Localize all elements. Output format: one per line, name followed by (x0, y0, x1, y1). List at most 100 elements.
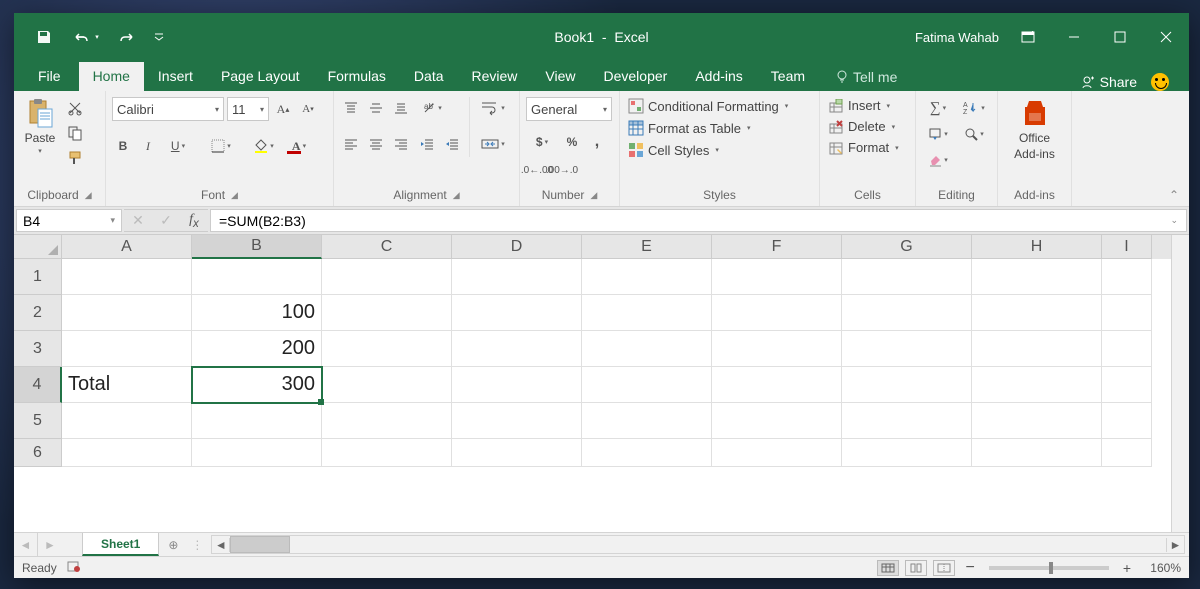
format-as-table-button[interactable]: Format as Table (626, 119, 752, 137)
align-middle-icon[interactable] (365, 97, 387, 119)
share-button[interactable]: Share (1080, 74, 1137, 90)
ribbon-display-icon[interactable] (1005, 22, 1051, 52)
cell-b6[interactable] (192, 439, 322, 467)
increase-font-icon[interactable]: A▴ (272, 98, 294, 120)
cell-d2[interactable] (452, 295, 582, 331)
cell-e6[interactable] (582, 439, 712, 467)
view-page-layout-icon[interactable] (905, 560, 927, 576)
format-cells-button[interactable]: Format (826, 139, 901, 156)
tab-view[interactable]: View (531, 62, 589, 91)
zoom-in-icon[interactable]: + (1119, 560, 1135, 576)
fx-icon[interactable]: fx (180, 212, 208, 230)
cell-b1[interactable] (192, 259, 322, 295)
cell-i3[interactable] (1102, 331, 1152, 367)
cell-i6[interactable] (1102, 439, 1152, 467)
font-name-selector[interactable]: Calibri▾ (112, 97, 224, 121)
percent-format-icon[interactable]: % (561, 131, 583, 153)
increase-decimal-icon[interactable]: .0←.00 (526, 159, 548, 181)
align-left-icon[interactable] (340, 133, 362, 155)
tab-file[interactable]: File (20, 62, 79, 91)
cut-icon[interactable] (64, 97, 86, 119)
font-size-selector[interactable]: 11▾ (227, 97, 269, 121)
cell-e1[interactable] (582, 259, 712, 295)
align-bottom-icon[interactable] (390, 97, 412, 119)
italic-button[interactable]: I (137, 135, 159, 157)
autosum-icon[interactable]: ∑ (922, 97, 954, 119)
tab-team[interactable]: Team (757, 62, 819, 91)
col-header-a[interactable]: A (62, 235, 192, 259)
zoom-slider[interactable] (989, 566, 1109, 570)
save-icon[interactable] (26, 23, 62, 51)
cell-f3[interactable] (712, 331, 842, 367)
cell-h5[interactable] (972, 403, 1102, 439)
col-header-c[interactable]: C (322, 235, 452, 259)
cell-a1[interactable] (62, 259, 192, 295)
cell-styles-button[interactable]: Cell Styles (626, 141, 721, 159)
sort-filter-icon[interactable]: AZ (958, 97, 990, 119)
cell-i1[interactable] (1102, 259, 1152, 295)
clear-icon[interactable] (922, 149, 954, 171)
cell-a3[interactable] (62, 331, 192, 367)
cell-a2[interactable] (62, 295, 192, 331)
cell-d6[interactable] (452, 439, 582, 467)
col-header-b[interactable]: B (192, 235, 322, 259)
conditional-formatting-button[interactable]: Conditional Formatting (626, 97, 790, 115)
row-header-3[interactable]: 3 (14, 331, 62, 367)
cell-c1[interactable] (322, 259, 452, 295)
view-normal-icon[interactable] (877, 560, 899, 576)
cell-h1[interactable] (972, 259, 1102, 295)
cell-b5[interactable] (192, 403, 322, 439)
cell-i5[interactable] (1102, 403, 1152, 439)
cell-c6[interactable] (322, 439, 452, 467)
close-icon[interactable] (1143, 22, 1189, 52)
tab-insert[interactable]: Insert (144, 62, 207, 91)
dialog-launcher-icon[interactable]: ◢ (453, 190, 460, 201)
feedback-icon[interactable] (1151, 73, 1169, 91)
font-color-icon[interactable]: A (283, 135, 315, 157)
maximize-icon[interactable] (1097, 22, 1143, 52)
paste-button[interactable]: Paste ▾ (20, 95, 60, 157)
borders-icon[interactable] (205, 135, 237, 157)
tab-splitter[interactable]: ⋮ (191, 538, 203, 552)
vertical-scrollbar[interactable] (1171, 235, 1189, 532)
cell-g6[interactable] (842, 439, 972, 467)
delete-cells-button[interactable]: Delete (826, 118, 897, 135)
cell-h6[interactable] (972, 439, 1102, 467)
comma-format-icon[interactable]: , (586, 131, 608, 153)
cell-i4[interactable] (1102, 367, 1152, 403)
tab-review[interactable]: Review (458, 62, 532, 91)
tab-home[interactable]: Home (79, 62, 144, 91)
cell-c2[interactable] (322, 295, 452, 331)
sheet-tab-sheet1[interactable]: Sheet1 (82, 533, 159, 556)
cell-f5[interactable] (712, 403, 842, 439)
select-all-corner[interactable] (14, 235, 62, 259)
align-right-icon[interactable] (390, 133, 412, 155)
cell-b2[interactable]: 100 (192, 295, 322, 331)
orientation-icon[interactable]: ab (416, 97, 448, 119)
name-box[interactable]: B4▾ (16, 209, 122, 232)
align-top-icon[interactable] (340, 97, 362, 119)
cell-c3[interactable] (322, 331, 452, 367)
accounting-format-icon[interactable]: $ (526, 131, 558, 153)
dialog-launcher-icon[interactable]: ◢ (590, 190, 597, 201)
macro-record-icon[interactable] (67, 560, 81, 575)
cell-d5[interactable] (452, 403, 582, 439)
fill-icon[interactable] (922, 123, 954, 145)
undo-icon[interactable]: ▾ (68, 23, 104, 51)
cell-g3[interactable] (842, 331, 972, 367)
col-header-d[interactable]: D (452, 235, 582, 259)
sheet-nav-prev-icon[interactable]: ◄ (19, 538, 33, 552)
add-sheet-icon[interactable]: ⊕ (159, 533, 187, 556)
merge-center-icon[interactable] (476, 133, 510, 155)
row-header-4[interactable]: 4 (14, 367, 62, 403)
cell-d4[interactable] (452, 367, 582, 403)
tab-data[interactable]: Data (400, 62, 458, 91)
col-header-e[interactable]: E (582, 235, 712, 259)
cell-f2[interactable] (712, 295, 842, 331)
cell-b3[interactable]: 200 (192, 331, 322, 367)
increase-indent-icon[interactable] (441, 133, 463, 155)
enter-formula-icon[interactable]: ✓ (152, 212, 180, 229)
copy-icon[interactable] (64, 122, 86, 144)
decrease-decimal-icon[interactable]: .00→.0 (551, 159, 573, 181)
align-center-icon[interactable] (365, 133, 387, 155)
